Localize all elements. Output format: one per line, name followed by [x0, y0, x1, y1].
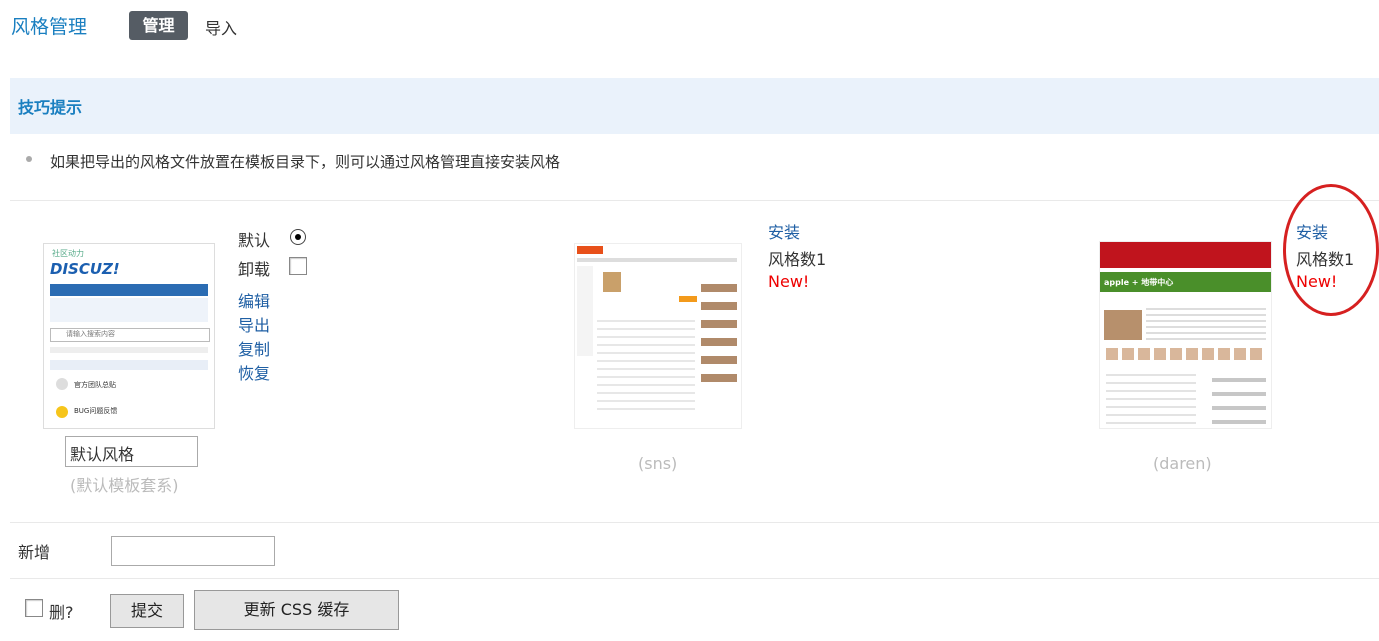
style-thumbnail-sns[interactable]	[574, 243, 742, 429]
divider	[10, 522, 1379, 523]
refresh-css-button[interactable]: 更新 CSS 缓存	[194, 590, 399, 630]
tip-text: 如果把导出的风格文件放置在模板目录下，则可以通过风格管理直接安装风格	[50, 153, 561, 171]
style-name-input[interactable]: 默认风格	[65, 436, 198, 467]
highlight-circle	[1283, 184, 1379, 316]
style-subtitle-default: (默认模板套系)	[70, 476, 179, 495]
export-link[interactable]: 导出	[238, 312, 270, 336]
restore-link[interactable]: 恢复	[238, 360, 270, 384]
default-label: 默认	[238, 231, 271, 250]
page-title: 风格管理	[11, 16, 88, 38]
style-subtitle-daren: (daren)	[1153, 454, 1212, 473]
default-radio[interactable]	[290, 229, 306, 245]
style-thumbnail-daren[interactable]: apple + 地带中心	[1099, 241, 1272, 429]
delete-label: 删?	[49, 603, 74, 622]
edit-link[interactable]: 编辑	[238, 288, 270, 312]
style-subtitle-sns: (sns)	[638, 454, 678, 473]
tab-import[interactable]: 导入	[205, 15, 237, 39]
install-link-sns[interactable]: 安装	[768, 219, 800, 243]
style-count-sns: 风格数1	[768, 250, 827, 269]
thumb-brand: apple + 地带中心	[1104, 278, 1174, 287]
style-name-value: 默认风格	[70, 445, 135, 464]
uninstall-checkbox[interactable]	[289, 257, 307, 275]
thumb-search-text: 请输入搜索内容	[66, 330, 115, 338]
thumb-tagline: 社区动力	[52, 249, 84, 258]
divider	[10, 578, 1379, 579]
tab-manage[interactable]: 管理	[129, 11, 188, 40]
tips-header	[10, 78, 1379, 134]
bullet-icon	[26, 156, 32, 162]
discuz-logo: DISCUZ!	[50, 260, 120, 278]
tips-title: 技巧提示	[18, 98, 83, 117]
submit-button[interactable]: 提交	[110, 594, 184, 628]
uninstall-label: 卸载	[238, 260, 271, 279]
new-label: 新增	[18, 543, 51, 562]
copy-link[interactable]: 复制	[238, 336, 270, 360]
new-style-input[interactable]	[111, 536, 275, 566]
thumb-forum1: 官方团队总贴	[74, 381, 116, 389]
new-badge-sns: New!	[768, 272, 810, 291]
thumb-forum2: BUG问题反馈	[74, 407, 118, 415]
divider	[10, 200, 1379, 201]
delete-checkbox[interactable]	[25, 599, 43, 617]
style-thumbnail-default[interactable]: 社区动力 DISCUZ! 请输入搜索内容 官方团队总贴 BUG问题反馈	[43, 243, 215, 429]
